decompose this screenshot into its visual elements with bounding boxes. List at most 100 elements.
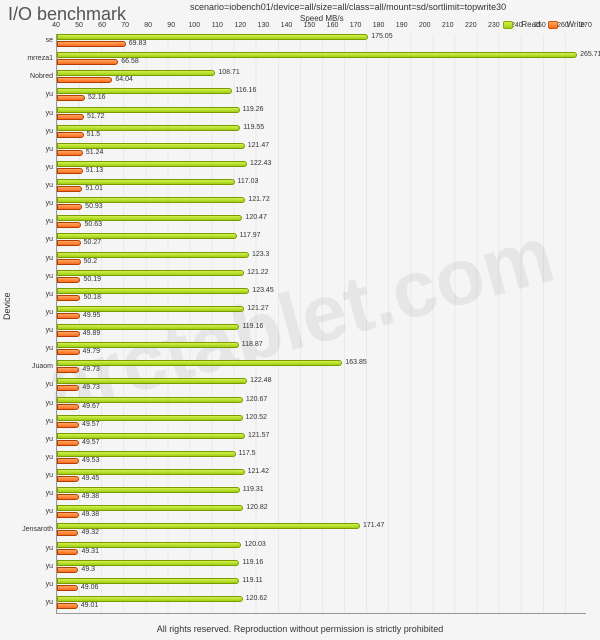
write-bar bbox=[57, 549, 78, 555]
x-tick: 150 bbox=[304, 22, 316, 29]
device-label: yu bbox=[7, 128, 53, 135]
device-label: yu bbox=[7, 255, 53, 262]
write-value: 69.83 bbox=[129, 40, 147, 47]
data-row: yu120.4750.63 bbox=[57, 215, 586, 233]
device-label: yu bbox=[7, 110, 53, 117]
read-value: 119.31 bbox=[243, 486, 264, 493]
device-label: yu bbox=[7, 164, 53, 171]
device-label: yu bbox=[7, 400, 53, 407]
scenario-line: scenario=iobench01/device=all/size=all/c… bbox=[190, 2, 506, 12]
read-bar bbox=[57, 179, 235, 185]
data-row: yu121.7250.93 bbox=[57, 197, 586, 215]
device-label: yu bbox=[7, 599, 53, 606]
read-value: 119.55 bbox=[243, 124, 264, 131]
write-value: 49.38 bbox=[82, 511, 100, 518]
data-row: yu121.4249.45 bbox=[57, 469, 586, 487]
data-row: yu117.9750.27 bbox=[57, 233, 586, 251]
write-bar bbox=[57, 277, 80, 283]
read-bar bbox=[57, 523, 360, 529]
read-value: 120.52 bbox=[246, 414, 267, 421]
read-value: 120.03 bbox=[244, 541, 265, 548]
write-bar bbox=[57, 132, 84, 138]
device-label: yu bbox=[7, 381, 53, 388]
legend-read-label: Read bbox=[521, 20, 540, 29]
plot-area: se175.0569.83mrreza1265.7166.58Nobred108… bbox=[56, 34, 586, 614]
write-bar bbox=[57, 313, 80, 319]
device-label: yu bbox=[7, 436, 53, 443]
read-value: 163.85 bbox=[345, 359, 366, 366]
write-value: 49.73 bbox=[82, 366, 100, 373]
x-tick: 70 bbox=[121, 22, 129, 29]
device-label: mrreza1 bbox=[7, 55, 53, 62]
device-label: yu bbox=[7, 563, 53, 570]
write-value: 49.89 bbox=[83, 330, 101, 337]
device-label: yu bbox=[7, 472, 53, 479]
write-value: 50.18 bbox=[83, 294, 101, 301]
write-bar bbox=[57, 440, 79, 446]
write-bar bbox=[57, 168, 83, 174]
write-value: 49.45 bbox=[82, 475, 100, 482]
data-row: yu119.2651.72 bbox=[57, 107, 586, 125]
write-value: 49.95 bbox=[83, 312, 101, 319]
data-row: yu123.350.2 bbox=[57, 252, 586, 270]
data-row: yu121.4751.24 bbox=[57, 143, 586, 161]
data-row: yu120.0349.31 bbox=[57, 542, 586, 560]
read-value: 171.47 bbox=[363, 522, 384, 529]
write-bar bbox=[57, 567, 78, 573]
read-value: 119.26 bbox=[243, 106, 264, 113]
legend: Read Write bbox=[503, 20, 585, 29]
data-row: yu120.8249.38 bbox=[57, 505, 586, 523]
write-bar bbox=[57, 367, 79, 373]
data-row: yu119.1649.3 bbox=[57, 560, 586, 578]
write-value: 66.58 bbox=[121, 58, 139, 65]
write-value: 49.79 bbox=[83, 348, 101, 355]
write-bar bbox=[57, 77, 112, 83]
read-bar bbox=[57, 88, 232, 94]
read-value: 108.71 bbox=[218, 69, 239, 76]
data-row: yu122.4351.13 bbox=[57, 161, 586, 179]
write-bar bbox=[57, 259, 81, 265]
data-row: yu123.4550.18 bbox=[57, 288, 586, 306]
read-value: 121.27 bbox=[247, 305, 268, 312]
read-value: 119.16 bbox=[242, 559, 263, 566]
read-bar bbox=[57, 34, 368, 40]
write-bar bbox=[57, 222, 81, 228]
x-tick: 140 bbox=[281, 22, 293, 29]
write-bar bbox=[57, 385, 79, 391]
data-row: yu116.1652.16 bbox=[57, 88, 586, 106]
write-value: 49.32 bbox=[81, 529, 99, 536]
write-bar bbox=[57, 349, 80, 355]
read-value: 119.16 bbox=[242, 323, 263, 330]
data-row: yu119.1649.89 bbox=[57, 324, 586, 342]
write-value: 50.63 bbox=[84, 221, 102, 228]
write-value: 51.01 bbox=[85, 185, 103, 192]
read-bar bbox=[57, 125, 240, 131]
device-label: yu bbox=[7, 91, 53, 98]
write-bar bbox=[57, 494, 79, 500]
write-value: 49.31 bbox=[81, 548, 99, 555]
write-bar bbox=[57, 114, 84, 120]
write-bar bbox=[57, 458, 79, 464]
write-bar bbox=[57, 41, 126, 47]
read-value: 120.67 bbox=[246, 396, 267, 403]
device-label: yu bbox=[7, 545, 53, 552]
write-bar bbox=[57, 186, 82, 192]
x-tick: 200 bbox=[419, 22, 431, 29]
device-label: yu bbox=[7, 581, 53, 588]
read-value: 121.42 bbox=[248, 468, 269, 475]
write-value: 49.67 bbox=[82, 403, 100, 410]
x-tick: 160 bbox=[327, 22, 339, 29]
write-bar bbox=[57, 59, 118, 65]
x-tick: 60 bbox=[98, 22, 106, 29]
read-value: 121.47 bbox=[248, 142, 269, 149]
data-row: Nobred108.7164.04 bbox=[57, 70, 586, 88]
device-label: yu bbox=[7, 454, 53, 461]
device-label: se bbox=[7, 37, 53, 44]
write-bar bbox=[57, 530, 78, 536]
write-value: 49.57 bbox=[82, 421, 100, 428]
write-value: 51.5 bbox=[87, 131, 101, 138]
data-row: yu119.5551.5 bbox=[57, 125, 586, 143]
data-row: yu121.2250.19 bbox=[57, 270, 586, 288]
write-bar bbox=[57, 204, 82, 210]
read-value: 121.57 bbox=[248, 432, 269, 439]
